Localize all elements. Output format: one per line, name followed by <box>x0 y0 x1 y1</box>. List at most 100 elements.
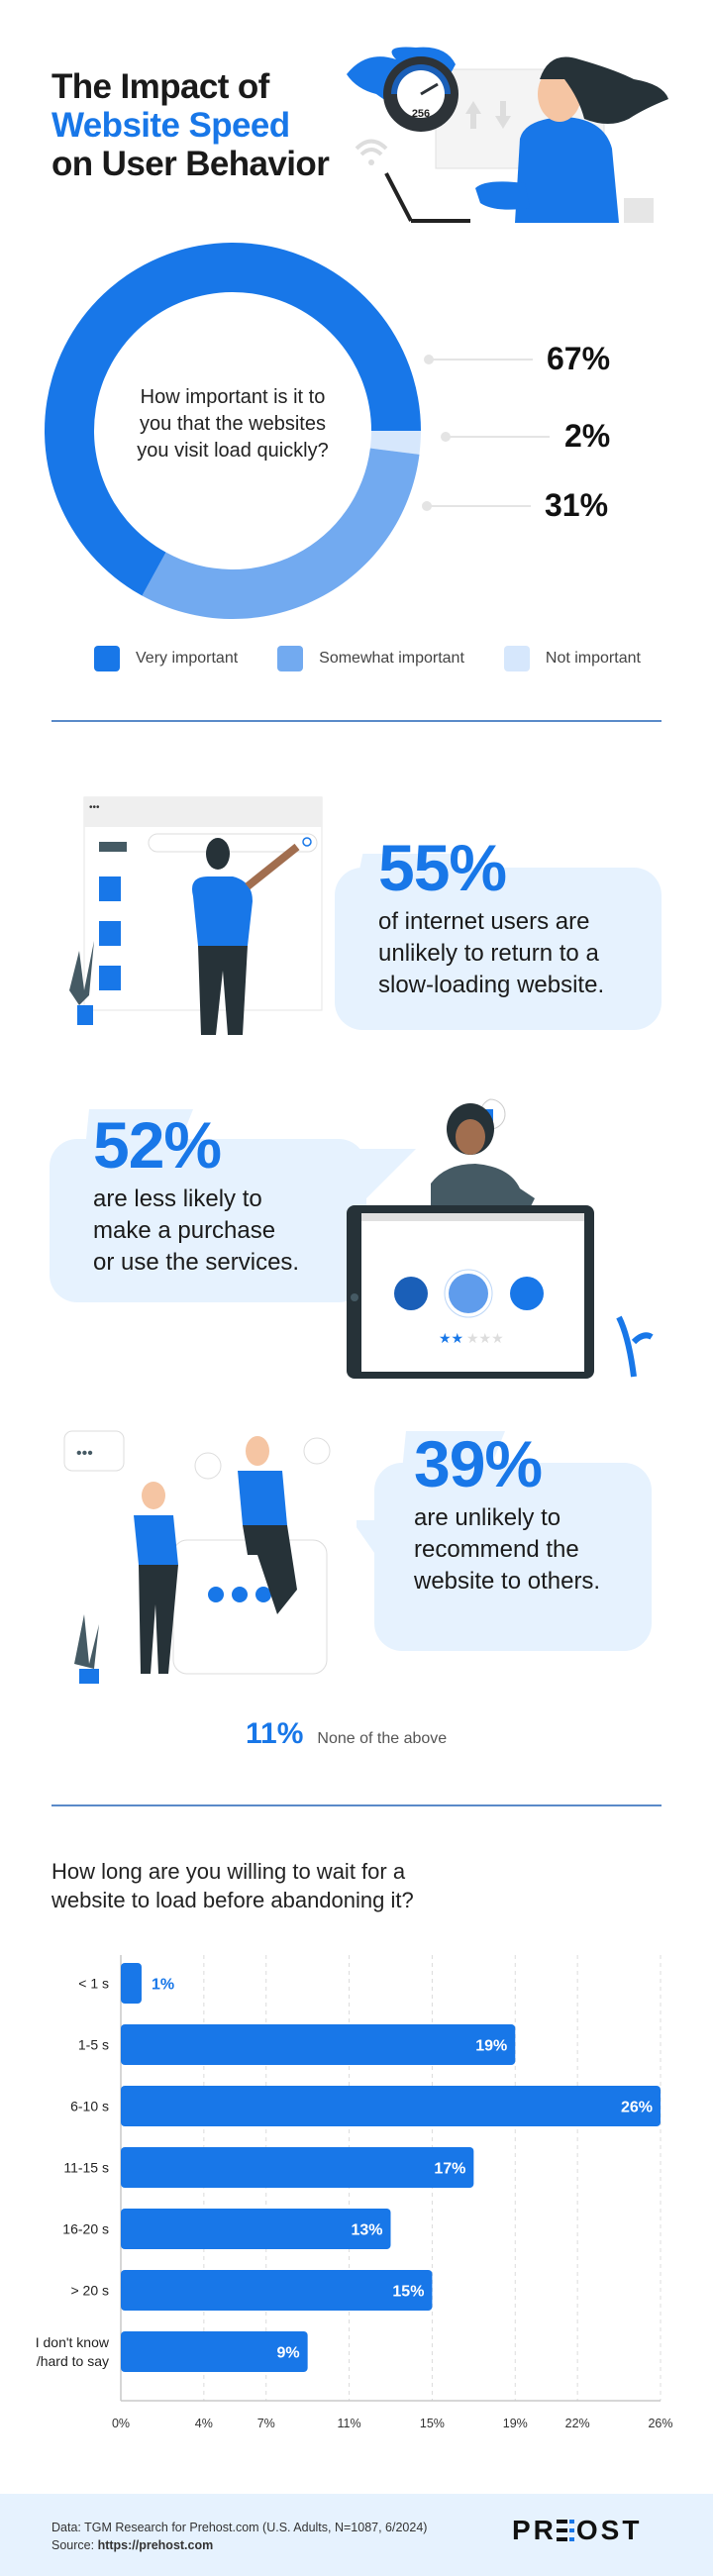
x-tick-label: 22% <box>565 2417 590 2430</box>
bar-chart: 0% 4% 7% 11% 15% 19% 22% 26% 1% < 1 s 19% 1-5 s 26% 6… <box>36 1955 673 2430</box>
sidebar-block <box>99 842 127 852</box>
person-pants <box>139 1565 178 1674</box>
category-label: < 1 s <box>78 1976 109 1992</box>
donut-label-not-important: 2% <box>564 418 611 454</box>
stat-description-52: are less likely to make a purchase or us… <box>93 1184 299 1279</box>
tablet-toolbar <box>361 1213 584 1221</box>
title-line-2: Website Speed <box>51 106 290 145</box>
donut-label-somewhat-important: 31% <box>545 487 609 523</box>
stat-description-39: are unlikely to recommend the website to… <box>414 1502 600 1597</box>
page-title: The Impact of Website Speed on User Beha… <box>51 67 330 183</box>
chat-bubble-shape <box>172 1539 328 1675</box>
ellipsis-icon: ••• <box>76 1445 93 1462</box>
footer-credits: Data: TGM Research for Prehost.com (U.S.… <box>51 2519 427 2554</box>
donut-legend: Very important Somewhat important Not im… <box>94 646 680 671</box>
content-block <box>99 921 121 946</box>
browser-dots-icon: ••• <box>89 802 100 813</box>
legend-item-not-important: Not important <box>503 646 641 671</box>
bar-chart-title-line: website to load before abandoning it? <box>51 1888 414 1912</box>
person-shirt <box>134 1515 178 1565</box>
bar-chart-title: How long are you willing to wait for a w… <box>51 1857 414 1914</box>
x-tick-label: 19% <box>503 2417 528 2430</box>
bar <box>121 2147 474 2188</box>
content-block <box>99 966 121 990</box>
stat-line: or use the services. <box>93 1249 300 1276</box>
wifi-dot <box>368 159 374 165</box>
x-tick-label: 26% <box>648 2417 672 2430</box>
donut-slice-somewhat-important <box>142 448 420 619</box>
category-label: 11-15 s <box>63 2160 109 2176</box>
happy-face-icon <box>510 1277 544 1310</box>
title-line-1: The Impact of <box>51 67 269 106</box>
section-divider <box>51 720 662 722</box>
sad-face-icon <box>394 1277 428 1310</box>
neutral-face-icon <box>449 1274 488 1313</box>
donut-label-very-important: 67% <box>547 341 611 376</box>
donut-question-line: you visit load quickly? <box>137 440 329 462</box>
category-label: 16-20 s <box>62 2221 109 2237</box>
speech-bubble-icon <box>194 1452 222 1480</box>
bar-chart-title-line: How long are you willing to wait for a <box>51 1859 406 1884</box>
category-label: > 20 s <box>70 2283 109 2299</box>
none-value: 11% <box>246 1717 304 1750</box>
legend-swatch <box>277 646 304 671</box>
stat-value-55: 55% <box>378 831 507 904</box>
person-face <box>456 1119 485 1155</box>
browser-toolbar <box>84 797 322 827</box>
none-label: None of the above <box>317 1730 448 1747</box>
footer-source-link[interactable]: https://prehost.com <box>98 2538 214 2552</box>
bar <box>121 1963 142 2004</box>
person-face <box>246 1436 269 1466</box>
bar-value-label: 17% <box>434 2161 465 2178</box>
person-shirt <box>238 1471 287 1525</box>
legend-swatch <box>94 646 120 671</box>
search-illustration: ••• <box>69 796 323 1035</box>
x-tick-label: 15% <box>420 2417 445 2430</box>
plant-pot-icon <box>79 1669 99 1684</box>
logo-e-mark-icon <box>556 2520 576 2541</box>
typing-dot <box>208 1587 224 1602</box>
category-label: 6-10 s <box>70 2099 109 2114</box>
speed-illustration: 256 <box>347 47 668 223</box>
footer-data-line: Data: TGM Research for Prehost.com (U.S.… <box>51 2521 428 2534</box>
x-tick-label: 7% <box>257 2417 275 2430</box>
donut-question: How important is it to you that the webs… <box>119 384 347 464</box>
category-label: /hard to say <box>37 2353 109 2369</box>
bar <box>121 2086 661 2126</box>
bar-value-label: 1% <box>152 1977 174 1994</box>
person-face <box>142 1482 165 1509</box>
stat-line: slow-loading website. <box>378 972 605 998</box>
title-line-3: on User Behavior <box>51 145 330 183</box>
bar <box>121 2270 433 2311</box>
leader-line <box>446 436 550 438</box>
bar-value-label: 9% <box>277 2345 300 2362</box>
stat-line: make a purchase <box>93 1217 276 1244</box>
legend-label: Not important <box>545 650 641 667</box>
bar-value-label: 26% <box>621 2100 653 2116</box>
stat-line: recommend the <box>414 1536 579 1563</box>
stat-line: are less likely to <box>93 1185 262 1212</box>
speech-bubble-icon <box>303 1437 331 1465</box>
donut-question-line: you that the websites <box>140 413 326 435</box>
legend-item-very-important: Very important <box>94 646 238 671</box>
leader-line <box>429 359 533 361</box>
section-divider <box>51 1804 662 1806</box>
bar-value-label: 19% <box>475 2038 507 2055</box>
footer-source-prefix: Source: <box>51 2538 98 2552</box>
content-block <box>99 876 121 901</box>
category-label: I don't know <box>36 2334 110 2350</box>
wifi-icon <box>355 139 388 156</box>
leader-line <box>427 505 531 507</box>
legend-swatch <box>503 646 530 671</box>
plant-pot-icon <box>77 1005 93 1025</box>
legend-label: Very important <box>136 650 239 667</box>
conversation-illustration: ••• <box>63 1430 331 1684</box>
legend-item-somewhat-important: Somewhat important <box>277 646 464 671</box>
stat-value-52: 52% <box>93 1108 222 1182</box>
legend-label: Somewhat important <box>319 650 464 667</box>
stat-line: unlikely to return to a <box>378 940 599 967</box>
tablet-button <box>351 1293 358 1301</box>
prehost-logo: PR OST <box>512 2515 643 2545</box>
stat-description-55: of internet users are unlikely to return… <box>378 906 604 1001</box>
bubble-tail <box>356 1520 386 1570</box>
